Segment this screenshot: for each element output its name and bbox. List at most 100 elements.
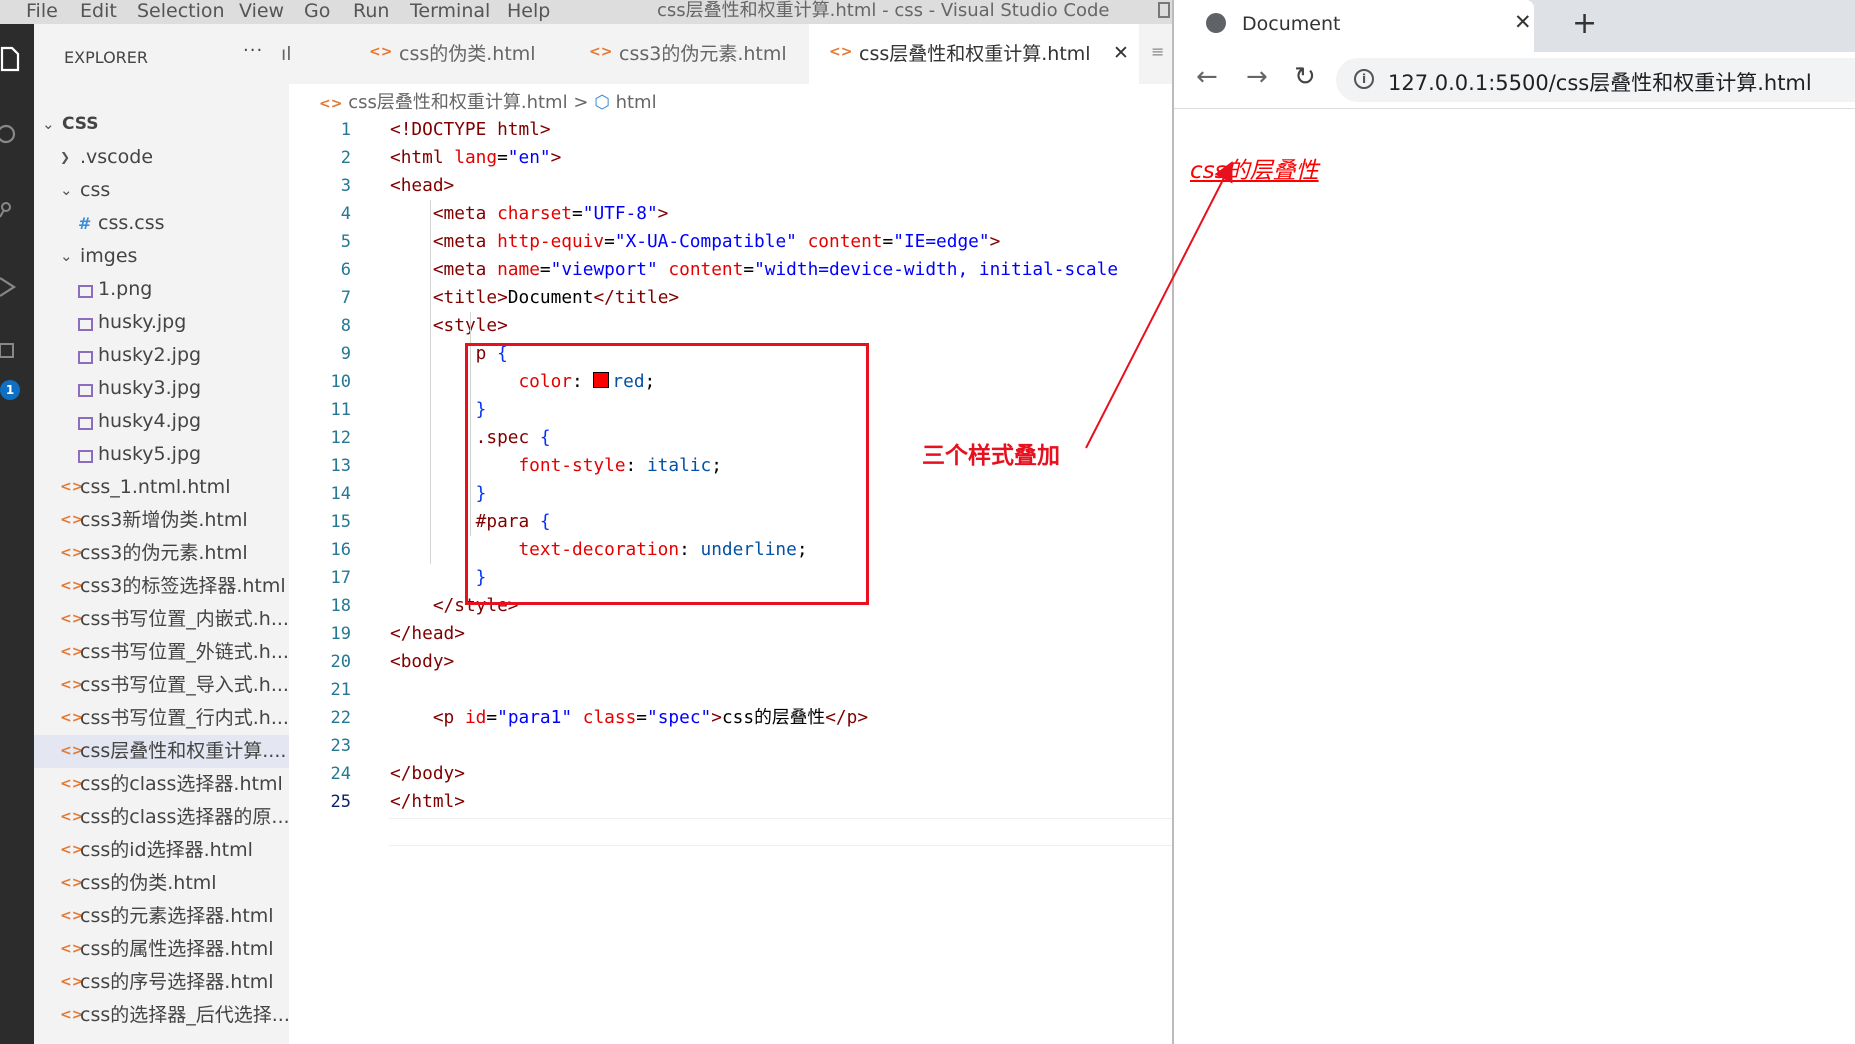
tree-item[interactable]: <> css书写位置_行内式.h...: [34, 702, 289, 735]
reload-icon[interactable]: ↻: [1294, 62, 1316, 92]
code-line: </body>: [390, 760, 465, 788]
tree-item[interactable]: ⌄ css: [34, 174, 289, 207]
tree-item[interactable]: 1.png: [34, 273, 289, 306]
breadcrumb-symbol[interactable]: html: [616, 92, 657, 113]
address-bar[interactable]: i 127.0.0.1:5500/css层叠性和权重计算.html: [1336, 58, 1855, 102]
code-token: html: [400, 147, 455, 168]
tree-item[interactable]: <> css的选择器_后代选择...: [34, 999, 289, 1032]
tree-item[interactable]: <> css3的伪元素.html: [34, 537, 289, 570]
url-text[interactable]: 127.0.0.1:5500/css层叠性和权重计算.html: [1388, 67, 1812, 97]
globe-icon: [1206, 13, 1226, 33]
tree-item[interactable]: <> css层叠性和权重计算....: [34, 735, 289, 768]
tree-item[interactable]: <> css的属性选择器.html: [34, 933, 289, 966]
tree-item[interactable]: ⌄ CSS: [34, 108, 289, 141]
chevron-down-icon[interactable]: ⌄: [42, 108, 55, 141]
menu-terminal[interactable]: Terminal: [410, 0, 490, 22]
tree-item[interactable]: <> css的class选择器.html: [34, 768, 289, 801]
tree-item-label: husky3.jpg: [98, 377, 202, 399]
tree-item[interactable]: <> css的序号选择器.html: [34, 966, 289, 999]
breadcrumb-file[interactable]: css层叠性和权重计算.html: [348, 92, 567, 113]
code-token: >: [989, 231, 1001, 252]
tree-item[interactable]: <> css的id选择器.html: [34, 834, 289, 867]
code-token: title: [614, 287, 669, 308]
tree-item[interactable]: <> css书写位置_内嵌式.h...: [34, 603, 289, 636]
tree-item[interactable]: <> css3新增伪类.html: [34, 504, 289, 537]
menu-file[interactable]: File: [26, 0, 58, 22]
chevron-right-icon[interactable]: ❯: [60, 141, 70, 174]
line-number: 17: [330, 568, 351, 588]
tree-item-label: css的id选择器.html: [80, 839, 253, 861]
menu-run[interactable]: Run: [353, 0, 389, 22]
current-line-highlight: [389, 818, 1172, 846]
tree-item[interactable]: <> css_1.ntml.html: [34, 471, 289, 504]
code-token: "spec": [647, 707, 712, 728]
source-control-icon[interactable]: [0, 197, 24, 223]
tab-css-pseudo-class[interactable]: <> css的伪类.html: [349, 24, 569, 84]
code-token: content: [668, 259, 744, 280]
code-token: name: [497, 259, 540, 280]
tree-item[interactable]: ⌄ imges: [34, 240, 289, 273]
tab-bar: ıl <> css的伪类.html <> css3的伪元素.html <> cs…: [281, 24, 1172, 84]
tree-item[interactable]: <> css书写位置_导入式.h...: [34, 669, 289, 702]
tree-item[interactable]: <> css书写位置_外链式.h...: [34, 636, 289, 669]
line-number: 3: [340, 176, 351, 196]
split-editor-icon[interactable]: ≡: [1151, 42, 1164, 61]
info-icon[interactable]: i: [1354, 69, 1374, 89]
tree-item[interactable]: husky3.jpg: [34, 372, 289, 405]
window-title: css层叠性和权重计算.html - css - Visual Studio C…: [657, 0, 1110, 21]
tree-item[interactable]: # css.css: [34, 207, 289, 240]
menu-help[interactable]: Help: [507, 0, 550, 22]
chevron-down-icon[interactable]: ⌄: [60, 174, 73, 207]
image-file-icon: [78, 318, 93, 331]
code-token: >: [454, 763, 465, 784]
menu-bar: File Edit Selection View Go Run Terminal…: [0, 0, 1172, 24]
tab-css-cascade[interactable]: <> css层叠性和权重计算.html ✕: [809, 24, 1139, 84]
close-tab-icon[interactable]: ✕: [1514, 10, 1532, 34]
tab-partial[interactable]: ıl: [281, 24, 349, 84]
menu-edit[interactable]: Edit: [80, 0, 117, 22]
tree-item[interactable]: <> css的元素选择器.html: [34, 900, 289, 933]
code-token: <: [432, 287, 444, 308]
tab-label: css3的伪元素.html: [619, 43, 787, 65]
restore-window-icon[interactable]: [1158, 2, 1170, 18]
line-number: 2: [340, 148, 351, 168]
search-icon[interactable]: [0, 121, 24, 147]
chevron-down-icon[interactable]: ⌄: [60, 240, 73, 273]
tree-item[interactable]: husky.jpg: [34, 306, 289, 339]
tree-item-label: css书写位置_外链式.h...: [80, 641, 289, 663]
code-token: meta: [443, 259, 498, 280]
line-number: 6: [340, 260, 351, 280]
tree-item[interactable]: <> css的class选择器的原...: [34, 801, 289, 834]
tab-css3-pseudo-element[interactable]: <> css3的伪元素.html: [569, 24, 809, 84]
back-icon[interactable]: ←: [1196, 62, 1218, 92]
line-number: 14: [330, 484, 351, 504]
tree-item-label: css的属性选择器.html: [80, 938, 274, 960]
new-tab-button[interactable]: +: [1572, 6, 1597, 41]
close-tab-icon[interactable]: ✕: [1113, 42, 1129, 64]
tree-item[interactable]: husky2.jpg: [34, 339, 289, 372]
extensions-icon[interactable]: [0, 340, 24, 366]
forward-icon[interactable]: →: [1246, 62, 1268, 92]
tree-item[interactable]: <> css的伪类.html: [34, 867, 289, 900]
run-debug-icon[interactable]: [0, 274, 24, 300]
tree-item[interactable]: <> css3的标签选择器.html: [34, 570, 289, 603]
styled-paragraph: css的层叠性: [1190, 158, 1319, 184]
tree-item[interactable]: ❯ .vscode: [34, 141, 289, 174]
files-icon[interactable]: [0, 46, 24, 72]
code-token: >: [857, 707, 869, 728]
menu-go[interactable]: Go: [304, 0, 330, 22]
menu-selection[interactable]: Selection: [137, 0, 225, 22]
line-number: 5: [340, 232, 351, 252]
tree-item-label: css的选择器_后代选择...: [80, 1004, 289, 1026]
more-actions-icon[interactable]: ···: [243, 40, 263, 61]
menu-view[interactable]: View: [239, 0, 284, 22]
tree-item[interactable]: husky5.jpg: [34, 438, 289, 471]
code-token: class: [582, 707, 637, 728]
code-token: "UTF-8": [582, 203, 658, 224]
tree-item[interactable]: husky4.jpg: [34, 405, 289, 438]
browser-tab[interactable]: Document ✕: [1174, 0, 1534, 52]
tree-item-label: css的伪类.html: [80, 872, 217, 894]
